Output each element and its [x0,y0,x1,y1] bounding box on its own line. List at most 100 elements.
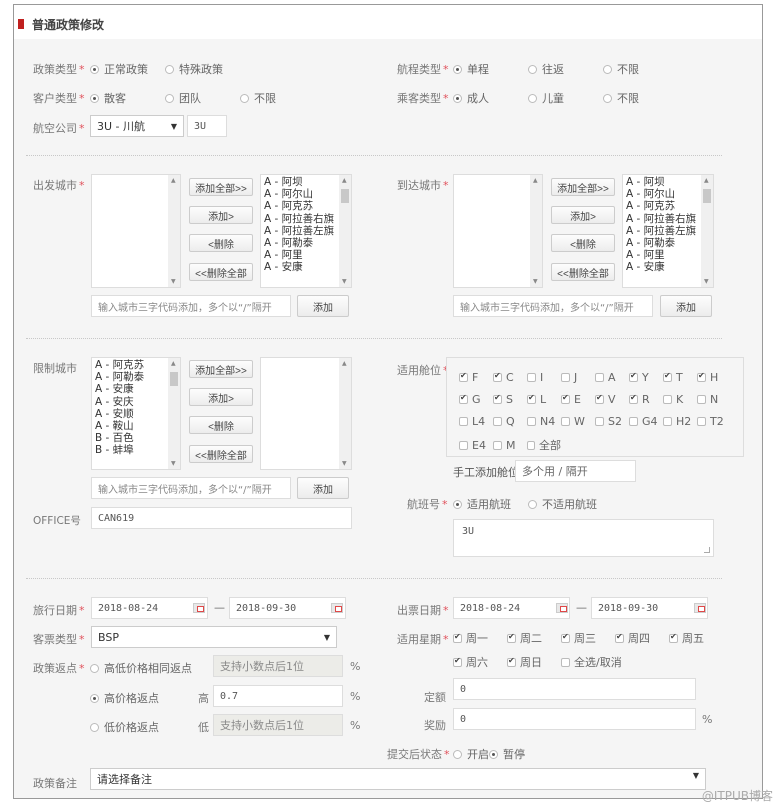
list-option[interactable]: A - 阿尔山 [264,188,334,200]
flight-applicable-radio[interactable]: 适用航班 [453,496,511,512]
cabin-checkbox-n[interactable]: N [697,393,731,406]
cabin-checkbox-a[interactable]: A [595,371,629,384]
cabin-checkbox-h[interactable]: H [697,371,731,384]
scroll-thumb[interactable] [703,189,711,203]
departure-add-all-button[interactable]: 添加全部>> [189,178,253,196]
status-paused-radio[interactable]: 暂停 [489,746,525,762]
weekday-checkbox[interactable]: 全选/取消 [561,654,641,670]
cabin-checkbox-e4[interactable]: E4 [459,437,493,453]
passenger-type-child-radio[interactable]: 儿童 [528,90,564,106]
passenger-type-any-radio[interactable]: 不限 [603,90,639,106]
airline-code-input[interactable]: 3U [187,115,227,137]
list-option[interactable]: A - 阿里 [626,249,696,261]
cabin-checkbox-h2[interactable]: H2 [663,415,697,428]
restricted-selected-list[interactable]: ▲ ▼ [260,357,352,470]
list-option[interactable]: A - 阿拉善右旗 [626,213,696,225]
rebate-same-input[interactable]: 支持小数点后1位 [213,655,343,677]
arrival-add-all-button[interactable]: 添加全部>> [551,178,615,196]
scrollbar[interactable]: ▲ ▼ [701,175,713,287]
calendar-icon[interactable] [556,603,568,613]
restricted-available-items[interactable]: A - 阿克苏 A - 阿勒泰 A - 安康 A - 安庆 A - 安顺 A - 鞍山 B … [95,359,144,457]
list-option[interactable]: A - 安康 [626,261,696,273]
remark-select[interactable]: 请选择备注 ▼ [90,768,706,790]
cabin-checkbox-r[interactable]: R [629,393,663,406]
weekday-checkbox[interactable]: 周日 [507,654,561,670]
bonus-input[interactable]: 0 [453,708,696,730]
passenger-type-adult-radio[interactable]: 成人 [453,90,489,106]
departure-remove-button[interactable]: <删除 [189,234,253,252]
scrollbar[interactable]: ▲ ▼ [339,175,351,287]
rebate-same-radio[interactable]: 高低价格相同返点 [90,660,192,676]
calendar-icon[interactable] [694,603,706,613]
restricted-remove-all-button[interactable]: <<删除全部 [189,445,253,463]
cabin-checkbox-j[interactable]: J [561,371,595,384]
departure-add-button[interactable]: 添加> [189,206,253,224]
departure-available-list[interactable]: A - 阿坝 A - 阿尔山 A - 阿克苏 A - 阿拉善右旗 A - 阿拉善左旗 A … [260,174,352,288]
scrollbar[interactable]: ▲ ▼ [168,175,180,287]
list-option[interactable]: A - 阿勒泰 [626,237,696,249]
list-option[interactable]: A - 鞍山 [95,420,144,432]
cabin-checkbox-e[interactable]: E [561,393,595,406]
list-option[interactable]: A - 阿坝 [626,176,696,188]
cabin-checkbox-s[interactable]: S [493,393,527,406]
calendar-icon[interactable] [193,603,205,613]
policy-type-normal-radio[interactable]: 正常政策 [90,61,148,77]
arrival-remove-all-button[interactable]: <<删除全部 [551,263,615,281]
cabin-checkbox-y[interactable]: Y [629,371,663,384]
customer-type-individual-radio[interactable]: 散客 [90,90,126,106]
list-option[interactable]: A - 阿坝 [264,176,334,188]
list-option[interactable]: A - 阿克苏 [626,200,696,212]
arrival-city-code-input[interactable]: 输入城市三字代码添加，多个以“/”隔开 [453,295,653,317]
weekday-checkbox[interactable]: 周一 [453,630,507,646]
cabin-checkbox-i[interactable]: I [527,371,561,384]
ticket-date-to-input[interactable]: 2018-09-30 [591,597,708,619]
departure-remove-all-button[interactable]: <<删除全部 [189,263,253,281]
scrollbar[interactable]: ▲ ▼ [339,358,351,469]
scrollbar[interactable]: ▲ ▼ [168,358,180,469]
rebate-low-radio[interactable]: 低价格返点 [90,719,159,735]
departure-available-items[interactable]: A - 阿坝 A - 阿尔山 A - 阿克苏 A - 阿拉善右旗 A - 阿拉善左旗 A … [264,176,334,274]
list-option[interactable]: B - 百色 [95,432,144,444]
cabin-checkbox-w[interactable]: W [561,415,595,428]
rebate-high-radio[interactable]: 高价格返点 [90,690,159,706]
route-type-oneway-radio[interactable]: 单程 [453,61,489,77]
list-option[interactable]: A - 安顺 [95,408,144,420]
travel-date-from-input[interactable]: 2018-08-24 [91,597,208,619]
weekday-checkbox[interactable]: 周六 [453,654,507,670]
cabin-checkbox-g4[interactable]: G4 [629,415,663,428]
customer-type-group-radio[interactable]: 团队 [165,90,201,106]
list-option[interactable]: A - 安康 [264,261,334,273]
weekday-checkbox[interactable]: 周三 [561,630,615,646]
cabin-checkbox-s2[interactable]: S2 [595,415,629,428]
ticket-type-select[interactable]: BSP ▼ [91,626,337,648]
route-type-any-radio[interactable]: 不限 [603,61,639,77]
customer-type-any-radio[interactable]: 不限 [240,90,276,106]
list-option[interactable]: A - 阿里 [264,249,334,261]
scroll-thumb[interactable] [170,372,178,386]
cabin-checkbox-t2[interactable]: T2 [697,415,731,428]
rebate-low-input[interactable]: 支持小数点后1位 [213,714,343,736]
restricted-add-all-button[interactable]: 添加全部>> [189,360,253,378]
arrival-remove-button[interactable]: <删除 [551,234,615,252]
list-option[interactable]: A - 阿拉善右旗 [264,213,334,225]
weekday-checkbox[interactable]: 周四 [615,630,669,646]
scrollbar[interactable]: ▲ ▼ [530,175,542,287]
arrival-add-button[interactable]: 添加> [551,206,615,224]
arrival-available-list[interactable]: A - 阿坝 A - 阿尔山 A - 阿克苏 A - 阿拉善右旗 A - 阿拉善左旗 A … [622,174,714,288]
list-option[interactable]: B - 蚌埠 [95,444,144,456]
cabin-checkbox-l[interactable]: L [527,393,561,406]
arrival-selected-list[interactable]: ▲ ▼ [453,174,543,288]
list-option[interactable]: A - 阿拉善左旗 [626,225,696,237]
flight-not-applicable-radio[interactable]: 不适用航班 [528,496,597,512]
arrival-city-add-button[interactable]: 添加 [660,295,712,317]
departure-city-code-input[interactable]: 输入城市三字代码添加，多个以“/”隔开 [91,295,291,317]
weekday-checkbox[interactable]: 周二 [507,630,561,646]
manual-cabin-input[interactable]: 多个用 / 隔开 [515,460,636,482]
restricted-available-list[interactable]: A - 阿克苏 A - 阿勒泰 A - 安康 A - 安庆 A - 安顺 A - 鞍山 B … [91,357,181,470]
cabin-checkbox-m[interactable]: M [493,437,527,453]
restricted-remove-button[interactable]: <删除 [189,416,253,434]
flight-no-textarea[interactable]: 3U [453,519,714,557]
departure-city-add-button[interactable]: 添加 [297,295,349,317]
scroll-thumb[interactable] [341,189,349,203]
list-option[interactable]: A - 阿勒泰 [264,237,334,249]
